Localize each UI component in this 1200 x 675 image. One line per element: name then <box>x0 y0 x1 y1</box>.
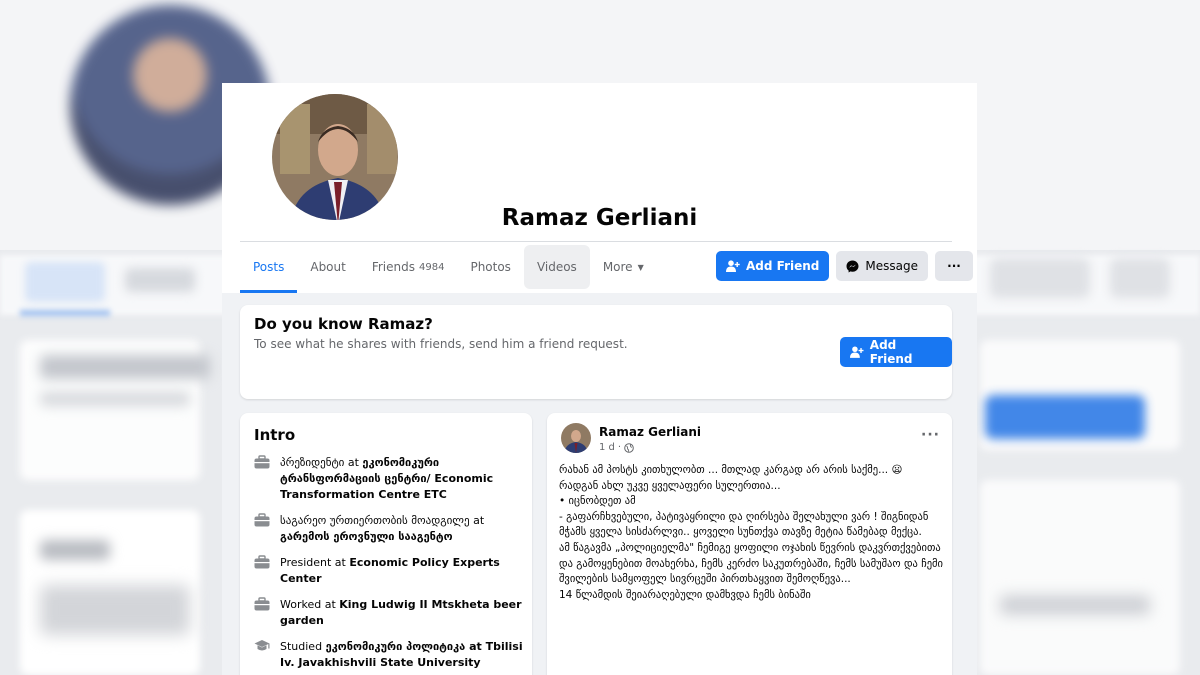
briefcase-icon <box>254 597 272 613</box>
intro-link[interactable]: გარემოს ეროვნული სააგენტო <box>280 530 453 543</box>
message-button[interactable]: Message <box>836 251 928 281</box>
intro-text: President at Economic Policy Experts Cen… <box>280 555 524 587</box>
public-globe-icon <box>624 442 634 453</box>
intro-text: Studied ეკონომიკური პოლიტიკა at Tbilisi … <box>280 639 524 671</box>
messenger-icon <box>846 260 859 272</box>
know-subtitle: To see what he shares with friends, send… <box>254 337 628 351</box>
dot-separator: · <box>617 442 622 453</box>
intro-item: საგარეო ურთიერთობის მოადგილე at გარემოს … <box>254 513 524 545</box>
tab-label: About <box>310 260 346 274</box>
intro-text: Worked at King Ludwig II Mtskheta beer g… <box>280 597 524 629</box>
intro-item: Studied ეკონომიკური პოლიტიკა at Tbilisi … <box>254 639 524 671</box>
intro-item: President at Economic Policy Experts Cen… <box>254 555 524 587</box>
bg-tab <box>25 262 105 302</box>
add-person-icon <box>726 260 740 272</box>
tab-label: Videos <box>536 260 577 274</box>
friends-count: 4984 <box>419 261 445 273</box>
add-friend-button-card[interactable]: Add Friend <box>840 337 952 367</box>
post-meta: 1 d · <box>599 442 634 453</box>
add-friend-button[interactable]: Add Friend <box>716 251 830 281</box>
bg-button <box>985 395 1145 439</box>
bg-text <box>40 540 110 560</box>
add-friend-label: Add Friend <box>869 338 913 366</box>
tab-about[interactable]: About <box>297 245 358 289</box>
message-label: Message <box>865 259 918 273</box>
briefcase-icon <box>254 513 272 529</box>
intro-item: Worked at King Ludwig II Mtskheta beer g… <box>254 597 524 629</box>
briefcase-icon <box>254 455 272 471</box>
profile-actions: Add Friend Message ··· <box>716 251 973 281</box>
profile-header: Ramaz Gerliani Posts About Friends 4984 P… <box>222 83 977 293</box>
header-divider <box>240 241 952 242</box>
bg-text <box>1000 595 1150 615</box>
post-author-name[interactable]: Ramaz Gerliani <box>599 425 701 439</box>
profile-page: Ramaz Gerliani Posts About Friends 4984 P… <box>222 83 977 675</box>
do-you-know-card: Do you know Ramaz? To see what he shares… <box>240 305 952 399</box>
tab-label: Posts <box>253 260 285 274</box>
bg-tab-underline <box>20 310 110 316</box>
tab-more[interactable]: More ▼ <box>590 245 657 289</box>
intro-prefix: საგარეო ურთიერთობის მოადგილე at <box>280 514 485 527</box>
bg-text <box>40 355 210 379</box>
intro-title: Intro <box>254 426 296 444</box>
profile-avatar[interactable] <box>269 91 401 223</box>
know-title: Do you know Ramaz? <box>254 315 433 333</box>
post-card: Ramaz Gerliani 1 d · ··· რახან ამ პოსტს … <box>547 413 952 675</box>
intro-prefix: პრეზიდენტი at <box>280 456 363 469</box>
tab-videos[interactable]: Videos <box>523 245 590 289</box>
intro-card: Intro პრეზიდენტი at ეკონომიკური ტრანსფორ… <box>240 413 532 675</box>
intro-item: პრეზიდენტი at ეკონომიკური ტრანსფორმაციის… <box>254 455 524 503</box>
briefcase-icon <box>254 555 272 571</box>
add-person-icon <box>850 346 864 358</box>
post-options-icon[interactable]: ··· <box>921 427 940 443</box>
intro-prefix: Studied <box>280 640 326 653</box>
graduation-cap-icon <box>254 639 272 655</box>
more-dots-icon: ··· <box>947 259 961 273</box>
post-time[interactable]: 1 d <box>599 442 615 453</box>
bg-tab <box>125 268 195 292</box>
bg-button <box>1110 258 1170 298</box>
intro-prefix: Worked at <box>280 598 340 611</box>
post-author-avatar[interactable] <box>561 423 591 453</box>
intro-text: პრეზიდენტი at ეკონომიკური ტრანსფორმაციის… <box>280 455 524 503</box>
intro-text: საგარეო ურთიერთობის მოადგილე at გარემოს … <box>280 513 524 545</box>
caret-down-icon: ▼ <box>637 262 644 272</box>
profile-name: Ramaz Gerliani <box>501 205 698 231</box>
more-options-button[interactable]: ··· <box>934 251 973 281</box>
bg-card <box>980 480 1180 675</box>
tab-label: More <box>602 260 633 274</box>
tab-friends[interactable]: Friends 4984 <box>359 245 458 289</box>
post-body-text: რახან ამ პოსტს კითხულობთ ... მთლად კარგა… <box>559 464 943 601</box>
tab-label: Photos <box>470 260 511 274</box>
bg-text <box>40 585 190 635</box>
tab-posts[interactable]: Posts <box>240 245 298 293</box>
tab-photos[interactable]: Photos <box>457 245 523 289</box>
intro-prefix: President at <box>280 556 350 569</box>
bg-button <box>990 258 1090 298</box>
bg-text <box>40 392 190 406</box>
profile-tabs: Posts About Friends 4984 Photos Videos Mo… <box>240 243 657 293</box>
intro-list: პრეზიდენტი at ეკონომიკური ტრანსფორმაციის… <box>254 455 524 675</box>
tab-label: Friends <box>371 260 415 274</box>
add-friend-label: Add Friend <box>746 259 820 273</box>
